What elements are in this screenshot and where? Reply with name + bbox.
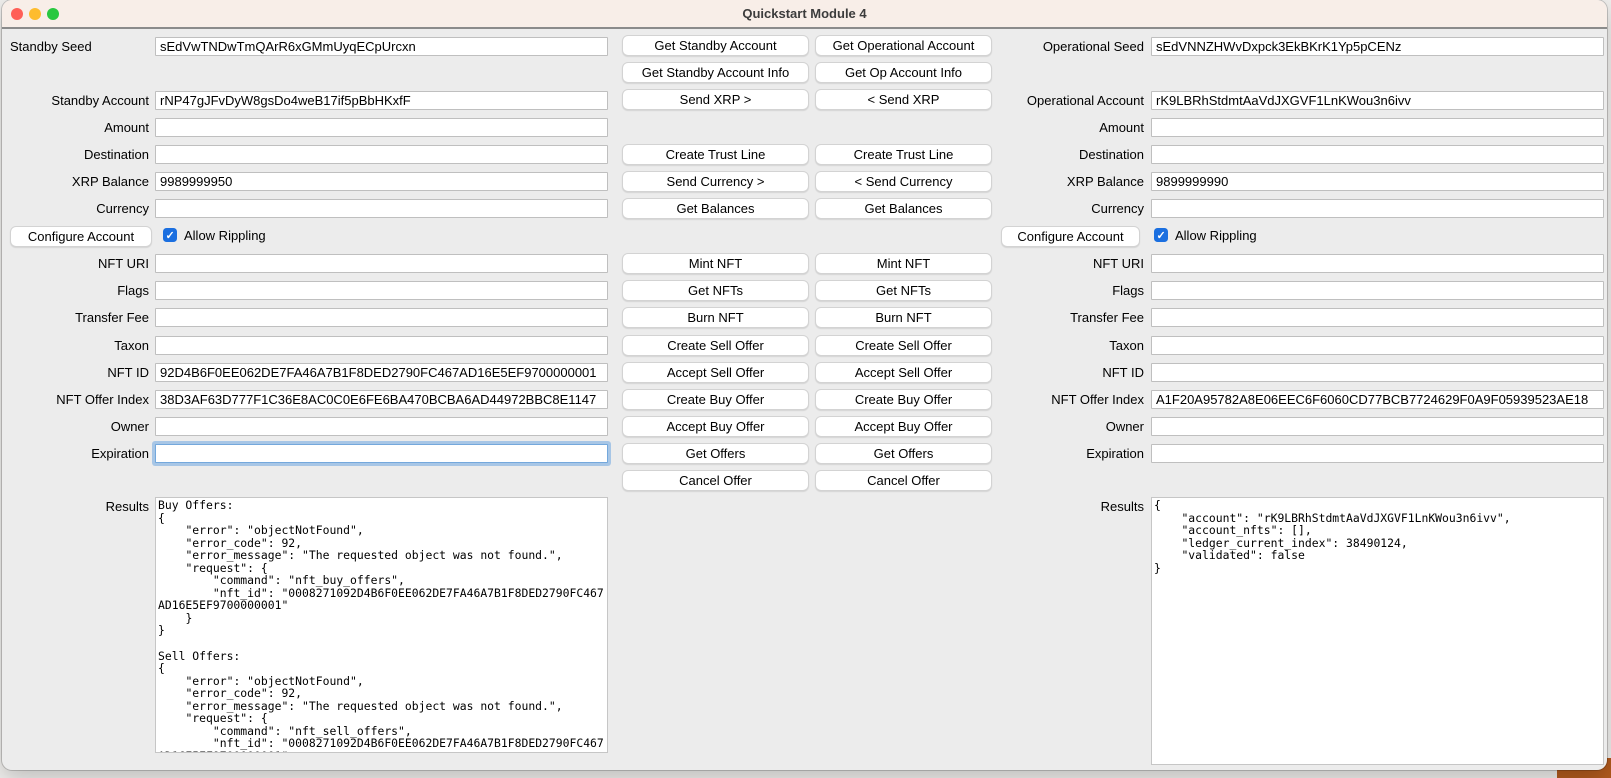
allow-rippling-operational-checkbox[interactable]: [1154, 228, 1168, 242]
standby-results-label: Results: [8, 499, 149, 515]
standby-amount-label: Amount: [8, 120, 149, 136]
burn-nft-standby-button[interactable]: Burn NFT: [622, 307, 809, 328]
standby-taxon-label: Taxon: [8, 338, 149, 354]
send-xrp-right-button[interactable]: Send XRP >: [622, 89, 809, 110]
standby-xrp-balance-label: XRP Balance: [8, 174, 149, 190]
operational-nft-offer-index-label: NFT Offer Index: [998, 392, 1144, 408]
create-trust-line-operational-button[interactable]: Create Trust Line: [815, 144, 992, 165]
standby-flags-label: Flags: [8, 283, 149, 299]
allow-rippling-standby-checkbox[interactable]: [163, 228, 177, 242]
get-balances-operational-button[interactable]: Get Balances: [815, 198, 992, 219]
create-sell-offer-standby-button[interactable]: Create Sell Offer: [622, 335, 809, 356]
send-currency-right-button[interactable]: Send Currency >: [622, 171, 809, 192]
allow-rippling-operational-label: Allow Rippling: [1175, 228, 1257, 244]
standby-destination-label: Destination: [8, 147, 149, 163]
get-standby-account-button[interactable]: Get Standby Account: [622, 35, 809, 56]
operational-taxon-label: Taxon: [998, 338, 1144, 354]
operational-destination-input[interactable]: [1151, 145, 1604, 164]
operational-seed-label: Operational Seed: [998, 39, 1144, 55]
standby-account-label: Standby Account: [8, 93, 149, 109]
window-title: Quickstart Module 4: [2, 6, 1607, 21]
standby-owner-input[interactable]: [155, 417, 608, 436]
send-xrp-left-button[interactable]: < Send XRP: [815, 89, 992, 110]
operational-currency-input[interactable]: [1151, 199, 1604, 218]
get-nfts-operational-button[interactable]: Get NFTs: [815, 280, 992, 301]
standby-results-textarea[interactable]: Buy Offers: { "error": "objectNotFound",…: [155, 497, 608, 753]
operational-nft-id-input[interactable]: [1151, 363, 1604, 382]
standby-owner-label: Owner: [8, 419, 149, 435]
get-operational-account-button[interactable]: Get Operational Account: [815, 35, 992, 56]
operational-account-input[interactable]: [1151, 91, 1604, 110]
configure-account-operational-button[interactable]: Configure Account: [1001, 226, 1140, 247]
cancel-offer-standby-button[interactable]: Cancel Offer: [622, 470, 809, 491]
create-trust-line-standby-button[interactable]: Create Trust Line: [622, 144, 809, 165]
standby-account-input[interactable]: [155, 91, 608, 110]
operational-owner-input[interactable]: [1151, 417, 1604, 436]
operational-xrp-balance-input[interactable]: [1151, 172, 1604, 191]
standby-amount-input[interactable]: [155, 118, 608, 137]
operational-nft-offer-index-input[interactable]: [1151, 390, 1604, 409]
allow-rippling-standby-label: Allow Rippling: [184, 228, 266, 244]
accept-sell-offer-standby-button[interactable]: Accept Sell Offer: [622, 362, 809, 383]
operational-results-label: Results: [998, 499, 1144, 515]
get-op-account-info-button[interactable]: Get Op Account Info: [815, 62, 992, 83]
operational-nft-id-label: NFT ID: [998, 365, 1144, 381]
standby-xrp-balance-input[interactable]: [155, 172, 608, 191]
operational-results-textarea[interactable]: { "account": "rK9LBRhStdmtAaVdJXGVF1LnKW…: [1151, 497, 1604, 765]
operational-transfer-fee-input[interactable]: [1151, 308, 1604, 327]
standby-nft-id-label: NFT ID: [8, 365, 149, 381]
operational-account-label: Operational Account: [998, 93, 1144, 109]
operational-destination-label: Destination: [998, 147, 1144, 163]
burn-nft-operational-button[interactable]: Burn NFT: [815, 307, 992, 328]
get-nfts-standby-button[interactable]: Get NFTs: [622, 280, 809, 301]
standby-nft-uri-input[interactable]: [155, 254, 608, 273]
create-sell-offer-operational-button[interactable]: Create Sell Offer: [815, 335, 992, 356]
title-bar: Quickstart Module 4: [2, 0, 1607, 29]
standby-taxon-input[interactable]: [155, 336, 608, 355]
standby-flags-input[interactable]: [155, 281, 608, 300]
standby-expiration-input[interactable]: [155, 444, 608, 463]
create-buy-offer-standby-button[interactable]: Create Buy Offer: [622, 389, 809, 410]
operational-taxon-input[interactable]: [1151, 336, 1604, 355]
operational-seed-input[interactable]: [1151, 37, 1604, 56]
standby-seed-label: Standby Seed: [10, 39, 92, 55]
standby-seed-input[interactable]: [155, 37, 608, 56]
operational-nft-uri-label: NFT URI: [998, 256, 1144, 272]
get-offers-standby-button[interactable]: Get Offers: [622, 443, 809, 464]
operational-xrp-balance-label: XRP Balance: [998, 174, 1144, 190]
standby-nft-uri-label: NFT URI: [8, 256, 149, 272]
app-window: Quickstart Module 4 Standby Seed Standby…: [2, 0, 1607, 770]
send-currency-left-button[interactable]: < Send Currency: [815, 171, 992, 192]
standby-nft-offer-index-label: NFT Offer Index: [8, 392, 149, 408]
operational-nft-uri-input[interactable]: [1151, 254, 1604, 273]
accept-buy-offer-standby-button[interactable]: Accept Buy Offer: [622, 416, 809, 437]
cancel-offer-operational-button[interactable]: Cancel Offer: [815, 470, 992, 491]
get-standby-account-info-button[interactable]: Get Standby Account Info: [622, 62, 809, 83]
operational-amount-input[interactable]: [1151, 118, 1604, 137]
accept-buy-offer-operational-button[interactable]: Accept Buy Offer: [815, 416, 992, 437]
standby-destination-input[interactable]: [155, 145, 608, 164]
mint-nft-standby-button[interactable]: Mint NFT: [622, 253, 809, 274]
standby-transfer-fee-label: Transfer Fee: [8, 310, 149, 326]
standby-transfer-fee-input[interactable]: [155, 308, 608, 327]
operational-transfer-fee-label: Transfer Fee: [998, 310, 1144, 326]
operational-flags-label: Flags: [998, 283, 1144, 299]
standby-currency-label: Currency: [8, 201, 149, 217]
operational-expiration-input[interactable]: [1151, 444, 1604, 463]
standby-currency-input[interactable]: [155, 199, 608, 218]
standby-nft-id-input[interactable]: [155, 363, 608, 382]
create-buy-offer-operational-button[interactable]: Create Buy Offer: [815, 389, 992, 410]
standby-nft-offer-index-input[interactable]: [155, 390, 608, 409]
get-offers-operational-button[interactable]: Get Offers: [815, 443, 992, 464]
operational-owner-label: Owner: [998, 419, 1144, 435]
get-balances-standby-button[interactable]: Get Balances: [622, 198, 809, 219]
standby-expiration-label: Expiration: [8, 446, 149, 462]
accept-sell-offer-operational-button[interactable]: Accept Sell Offer: [815, 362, 992, 383]
operational-currency-label: Currency: [998, 201, 1144, 217]
operational-amount-label: Amount: [998, 120, 1144, 136]
configure-account-standby-button[interactable]: Configure Account: [10, 226, 152, 247]
mint-nft-operational-button[interactable]: Mint NFT: [815, 253, 992, 274]
operational-flags-input[interactable]: [1151, 281, 1604, 300]
operational-expiration-label: Expiration: [998, 446, 1144, 462]
